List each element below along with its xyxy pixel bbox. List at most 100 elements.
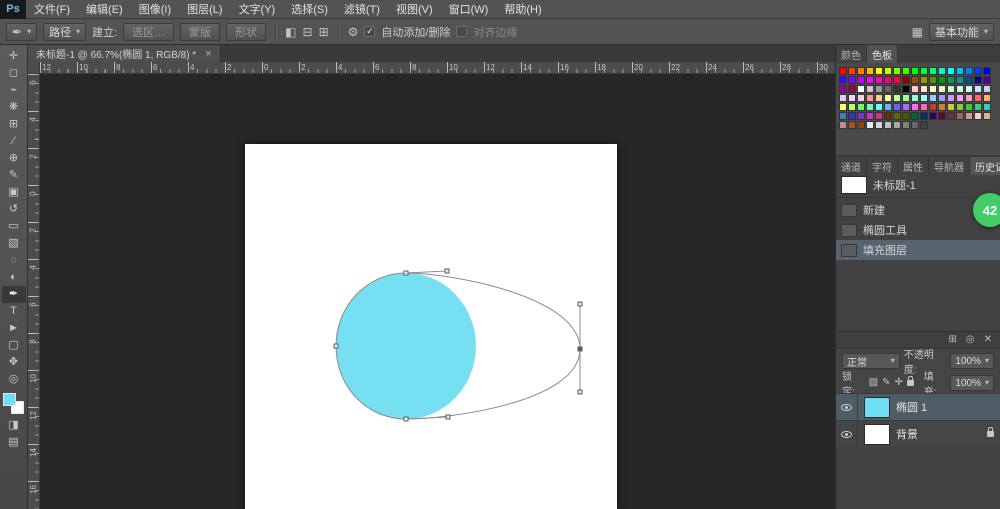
color-swatch[interactable]	[938, 76, 946, 84]
color-swatch[interactable]	[911, 112, 919, 120]
anchor-point-bottom[interactable]	[404, 417, 408, 421]
notification-badge[interactable]: 42	[973, 193, 1000, 227]
color-swatch[interactable]	[956, 103, 964, 111]
bezier-handle[interactable]	[445, 269, 449, 273]
color-swatch[interactable]	[956, 94, 964, 102]
align-edges-checkbox[interactable]: ✓	[456, 26, 467, 37]
color-swatch[interactable]	[983, 76, 991, 84]
color-swatch[interactable]	[920, 121, 928, 129]
color-swatch[interactable]	[857, 121, 865, 129]
color-swatch[interactable]	[884, 112, 892, 120]
color-swatch[interactable]	[866, 76, 874, 84]
color-swatch[interactable]	[884, 76, 892, 84]
color-swatch[interactable]	[848, 112, 856, 120]
color-swatch[interactable]	[956, 67, 964, 75]
color-swatch[interactable]	[947, 67, 955, 75]
fill-dropdown[interactable]: 100% ▾	[950, 375, 994, 391]
history-snapshot-row[interactable]: 未标题-1	[836, 175, 1000, 195]
color-swatch[interactable]	[974, 112, 982, 120]
color-swatch[interactable]	[857, 76, 865, 84]
color-swatch[interactable]	[839, 94, 847, 102]
color-swatch[interactable]	[875, 103, 883, 111]
color-swatch[interactable]	[875, 121, 883, 129]
color-swatch[interactable]	[884, 103, 892, 111]
color-swatch[interactable]	[956, 85, 964, 93]
color-swatch[interactable]	[902, 67, 910, 75]
color-swatch[interactable]	[893, 103, 901, 111]
lock-image-pixels-icon[interactable]: ✎	[882, 378, 890, 388]
color-swatch[interactable]	[911, 76, 919, 84]
bezier-handle[interactable]	[578, 390, 582, 394]
blend-mode-dropdown[interactable]: 正常 ▾	[842, 353, 900, 369]
color-swatch[interactable]	[974, 103, 982, 111]
panel-tab[interactable]: 导航器	[929, 157, 970, 175]
color-swatch[interactable]	[866, 121, 874, 129]
quick-mask-icon[interactable]: ◨	[2, 417, 26, 434]
color-swatch[interactable]	[848, 94, 856, 102]
menu-item[interactable]: 帮助(H)	[496, 1, 549, 17]
color-swatch[interactable]	[947, 103, 955, 111]
color-swatch[interactable]	[965, 76, 973, 84]
zoom-tool[interactable]: ◎	[2, 371, 26, 388]
bezier-handle[interactable]	[578, 302, 582, 306]
path-operations-icon[interactable]: ◧	[285, 26, 296, 38]
crop-tool[interactable]: ⊞	[2, 116, 26, 133]
color-swatch[interactable]	[893, 67, 901, 75]
panel-tab[interactable]: 历史记录	[970, 157, 1000, 175]
color-swatch[interactable]	[884, 121, 892, 129]
color-swatch[interactable]	[866, 67, 874, 75]
gear-icon[interactable]: ⚙	[348, 26, 359, 38]
color-swatch[interactable]	[866, 112, 874, 120]
layer-thumbnail[interactable]	[864, 424, 890, 445]
panel-tab[interactable]: 字符	[867, 157, 898, 175]
color-swatch[interactable]	[902, 121, 910, 129]
workspace-switcher[interactable]: 基本功能 ▾	[929, 23, 994, 41]
color-swatch[interactable]	[902, 85, 910, 93]
color-swatch[interactable]	[956, 112, 964, 120]
anchor-point-right[interactable]	[578, 347, 582, 351]
color-swatch[interactable]	[911, 67, 919, 75]
menu-item[interactable]: 选择(S)	[283, 1, 336, 17]
eye-cell[interactable]	[836, 394, 858, 420]
color-swatch[interactable]	[938, 112, 946, 120]
color-swatch[interactable]	[947, 94, 955, 102]
color-swatch[interactable]	[965, 85, 973, 93]
menu-item[interactable]: 视图(V)	[388, 1, 441, 17]
path-alignment-icon[interactable]: ⊟	[303, 26, 313, 38]
color-swatch[interactable]	[920, 112, 928, 120]
make-selection-button[interactable]: 选区…	[123, 23, 174, 41]
color-swatch[interactable]	[875, 76, 883, 84]
color-swatch[interactable]	[983, 67, 991, 75]
color-swatch[interactable]	[920, 103, 928, 111]
screen-mode-icon[interactable]: ▤	[2, 434, 26, 451]
shape-tool[interactable]: ▢	[2, 337, 26, 354]
color-swatch[interactable]	[920, 85, 928, 93]
color-swatch[interactable]	[938, 103, 946, 111]
color-swatch[interactable]	[848, 121, 856, 129]
menu-item[interactable]: 滤镜(T)	[336, 1, 388, 17]
color-swatch[interactable]	[857, 103, 865, 111]
color-swatch[interactable]	[848, 85, 856, 93]
menu-item[interactable]: 图层(L)	[179, 1, 230, 17]
type-tool[interactable]: T	[2, 303, 26, 320]
color-swatch[interactable]	[974, 67, 982, 75]
horizontal-ruler[interactable]: 12108642024681012141618202224262830	[40, 62, 835, 73]
color-swatch[interactable]	[902, 112, 910, 120]
color-swatch[interactable]	[965, 94, 973, 102]
color-swatch[interactable]	[974, 94, 982, 102]
color-swatch[interactable]	[857, 85, 865, 93]
color-swatch[interactable]	[848, 76, 856, 84]
color-swatch[interactable]	[983, 85, 991, 93]
brush-tool[interactable]: ✎	[2, 167, 26, 184]
lock-transparent-pixels-icon[interactable]: ▨	[869, 378, 878, 388]
color-swatch[interactable]	[893, 112, 901, 120]
color-swatch[interactable]	[839, 76, 847, 84]
color-swatch[interactable]	[911, 121, 919, 129]
color-swatch[interactable]	[911, 85, 919, 93]
eye-cell[interactable]	[836, 421, 858, 447]
canvas-area[interactable]	[40, 74, 835, 509]
marquee-tool[interactable]: ◻	[2, 65, 26, 82]
color-swatch[interactable]	[902, 103, 910, 111]
anchor-point-top[interactable]	[404, 271, 408, 275]
path-arrangement-icon[interactable]: ⊞	[319, 26, 329, 38]
